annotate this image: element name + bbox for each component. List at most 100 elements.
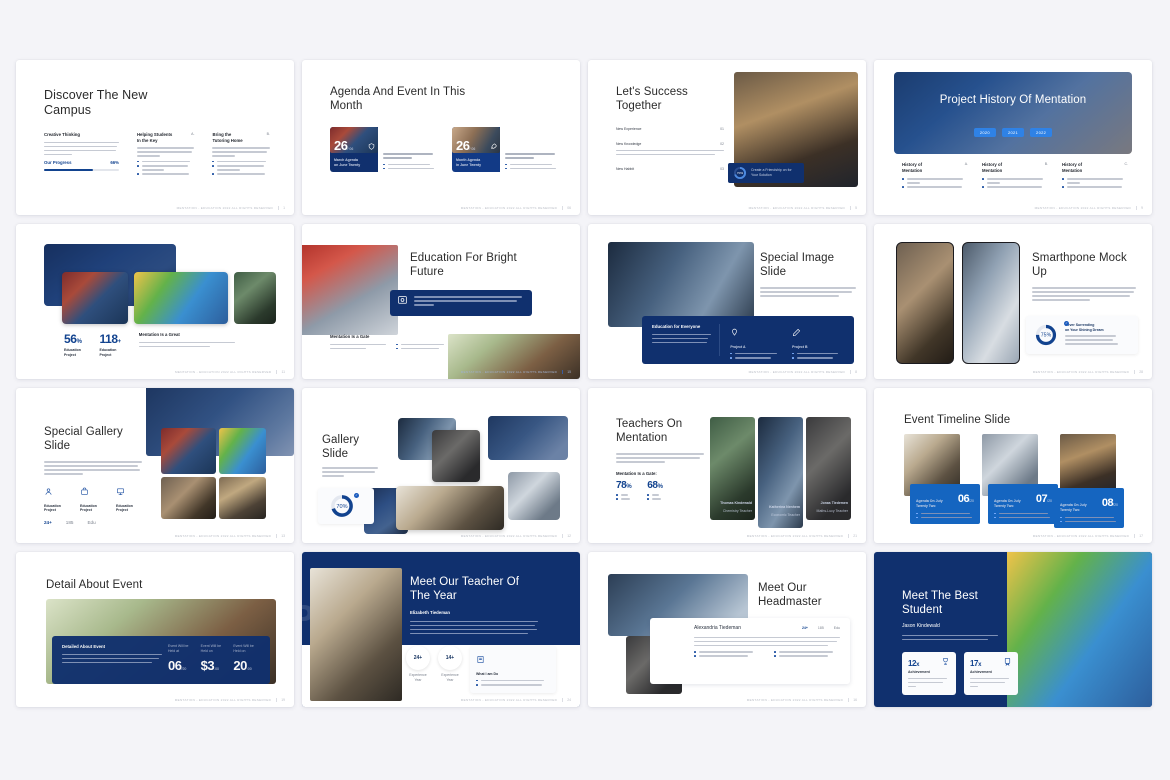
slide-education-for-bright-future[interactable]: Education For Bright Future Mentation Is… — [302, 224, 580, 379]
stat-block: 68% — [647, 480, 663, 502]
hero-photo: Project History Of Mentation 2020 2021 2… — [894, 72, 1132, 154]
slide-body — [1032, 287, 1136, 301]
event-card[interactable]: Agenda On July Twenty Two 08/20 — [1054, 488, 1124, 528]
page-number: 13 — [276, 534, 285, 538]
slide-photo — [508, 472, 560, 520]
slide-title: Meet Our Teacher Of The Year — [410, 576, 520, 602]
teacher-photo[interactable]: Jonas Tiedemen Maths-Lucy Teacher — [806, 417, 851, 520]
slide-photo — [219, 428, 266, 474]
slide-footer: MENTATION - EDUCATION 2022 ALL RIGHTS RE… — [460, 698, 571, 702]
slide-title: Smarthpone Mock Up — [1032, 252, 1127, 278]
slide-project-history-of-mentation[interactable]: Project History Of Mentation 2020 2021 2… — [874, 60, 1152, 215]
year-pill[interactable]: 2021 — [1001, 128, 1025, 138]
teacher-photo[interactable]: Thomas Kindewald Chemistry Teacher — [710, 417, 755, 520]
slide-title: Meet Our Headmaster — [758, 582, 822, 608]
slide-title: Project History Of Mentation — [939, 94, 1087, 106]
slide-body — [760, 287, 856, 297]
agenda-card[interactable]: 26/ 06 Month Agenda in June Twenty — [452, 127, 564, 172]
bullet-list — [396, 343, 448, 352]
column-body — [136, 147, 195, 157]
metric: 24+ — [801, 626, 808, 630]
slide-title: Event Timeline Slide — [904, 414, 1011, 426]
slide-photo — [488, 416, 568, 460]
slide-photo — [396, 486, 504, 530]
year-pill[interactable]: 2022 — [1030, 128, 1053, 138]
headmaster-card[interactable]: Alexandria Tiedeman 24+ 185 Edu — [650, 618, 850, 684]
slide-detail-about-event[interactable]: Detail About Event Detailed About Event … — [16, 552, 294, 707]
slide-photo — [62, 272, 128, 324]
stat-bubble: 24+ Experience Year — [406, 646, 430, 683]
slide-special-image-slide[interactable]: Special Image Slide Education for Everyo… — [588, 224, 866, 379]
slide-meet-the-best-student[interactable]: Meet The Best Student Jason Kindewald 12… — [874, 552, 1152, 707]
achievement-card[interactable]: 12x Achievement — [902, 652, 956, 695]
slide-agenda-and-event-in-this-month[interactable]: Agenda And Event In This Month 26/ 06 Ma… — [302, 60, 580, 215]
slide-title: Agenda And Event In This Month — [330, 86, 466, 112]
event-card[interactable]: Agenda On July Twenty Two 07/20 — [988, 484, 1058, 524]
slide-statistic-gallery-slide[interactable]: 56% Education Project 118+ Education Pro… — [16, 224, 294, 379]
phone-mockup — [962, 242, 1020, 364]
slide-discover-the-new-campus[interactable]: Discover The New Campus Creative Thinkin… — [16, 60, 294, 215]
slide-lets-success-together[interactable]: Let's Success Together New Experience 01 … — [588, 60, 866, 215]
slide-title: Special Gallery Slide — [44, 426, 123, 452]
section-heading: Mentation Is a Gate: — [616, 470, 657, 476]
slide-event-timeline-slide[interactable]: Event Timeline Slide Agenda On July Twen… — [874, 388, 1152, 543]
panel-column: Project A — [730, 324, 782, 359]
slide-title: Teachers On Mentation — [616, 418, 683, 444]
what-i-do-card[interactable]: What I am Do — [470, 646, 556, 694]
column-marker: B. — [266, 132, 270, 136]
slide-footer: MENTATION - EDUCATION 2022 ALL RIGHTS RE… — [460, 206, 571, 210]
overlay-title: Create a Friendship on for Your Solution — [751, 168, 792, 177]
column-heading: Helping Students In the Key — [136, 132, 173, 143]
bullet-list — [136, 160, 195, 175]
section-body — [330, 343, 386, 352]
slide-photo — [608, 242, 754, 327]
page-number: 15 — [562, 370, 571, 374]
slide-photo — [302, 245, 398, 335]
page-number: 8 — [850, 370, 857, 374]
page-number: 24 — [562, 698, 571, 702]
agenda-card[interactable]: 26/ 06 March Agenda on June Twenty — [330, 127, 442, 172]
banner-card[interactable] — [390, 290, 532, 316]
slide-special-gallery-slide[interactable]: Special Gallery Slide Education Project … — [16, 388, 294, 543]
column-heading: Creative Thinking — [44, 132, 81, 137]
stat-block: 56% Education Project — [64, 332, 82, 357]
svg-text:75%: 75% — [1041, 333, 1052, 339]
slide-footer: MENTATION - EDUCATION 2022 ALL RIGHTS RE… — [460, 534, 571, 538]
slide-teachers-on-mentation[interactable]: Teachers On Mentation Mentation Is a Gat… — [588, 388, 866, 543]
teacher-photo[interactable]: Katherina Nenhem Economic Teacher — [758, 417, 803, 528]
donut-card[interactable]: 70% ✓ — [318, 488, 374, 524]
check-badge-icon: ✓ — [354, 493, 359, 498]
slide-smartphone-mock-up[interactable]: Smarthpone Mock Up 75% Never Surrending … — [874, 224, 1152, 379]
slide-title: Special Image Slide — [760, 252, 835, 278]
panel-heading: Education for Everyone — [652, 324, 701, 329]
event-card[interactable]: Agenda On July Twenty Two 06/20 — [910, 484, 980, 524]
panel-heading: Detailed About Event — [62, 644, 106, 649]
year-pill[interactable]: 2020 — [973, 128, 996, 138]
stat-block: 118+ Education Project — [99, 332, 122, 357]
slide-photo — [310, 568, 402, 701]
page-number: 11 — [276, 370, 285, 374]
overlay-card[interactable]: 70% Create a Friendship on for Your Solu… — [728, 163, 804, 183]
slide-meet-our-headmaster[interactable]: Meet Our Headmaster Alexandria Tiedeman … — [588, 552, 866, 707]
donut-chart-icon: 70% — [331, 495, 353, 517]
slide-gallery-slide[interactable]: Gallery Slide 70% ✓ MENTATION - EDUCATIO… — [302, 388, 580, 543]
info-panel[interactable]: Education for Everyone Project A Project… — [642, 316, 854, 364]
donut-chart-icon: 75% — [1035, 324, 1057, 346]
pencil-icon — [793, 328, 801, 337]
shield-icon — [368, 143, 375, 151]
certificate-icon — [398, 296, 407, 304]
slide-footer: MENTATION - EDUCATION 2022 ALL RIGHTS RE… — [1032, 534, 1143, 538]
history-column: History of Mentation C. — [1062, 162, 1128, 191]
card-body — [378, 127, 442, 172]
highlight-card[interactable]: 75% Never Surrending on Your Shining Dre… — [1026, 316, 1138, 354]
slide-photo — [1007, 552, 1152, 707]
detail-panel[interactable]: Detailed About Event Event Will be Held … — [52, 636, 270, 684]
page-number: 19 — [276, 698, 285, 702]
check-badge-icon: ✓ — [1064, 321, 1069, 326]
person-name: Alexandria Tiedeman — [694, 625, 741, 631]
achievement-card[interactable]: 17x Achievement — [964, 652, 1018, 695]
card-day: 26 — [456, 138, 470, 154]
card-caption: March Agenda on June Twenty — [334, 158, 361, 168]
slide-meet-our-teacher-of-the-year[interactable]: P Meet Our Teacher Of The Year Elizabeth… — [302, 552, 580, 707]
card-heading: Never Surrending on Your Shining Dream — [1065, 322, 1104, 332]
